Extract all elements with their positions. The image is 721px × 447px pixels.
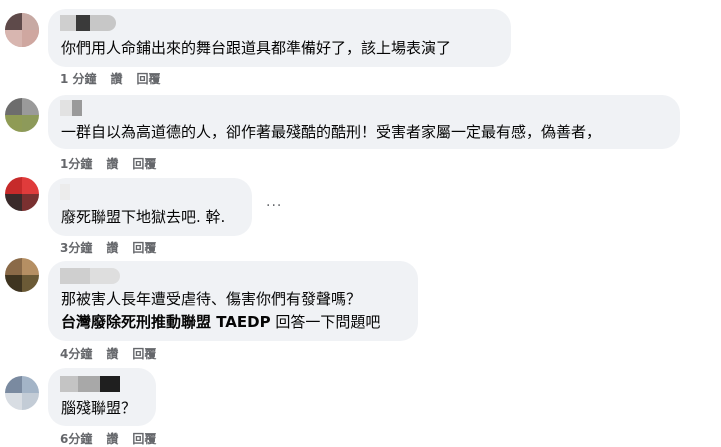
avatar[interactable] <box>5 177 39 211</box>
comment-text: 一群自以為高道德的人，卻作著最殘酷的酷刑！受害者家屬一定最有感，偽善者， <box>61 123 602 141</box>
like-button[interactable]: 讚 <box>106 155 118 172</box>
comment-text: 廢死聯盟下地獄去吧. 幹. <box>61 208 226 226</box>
commenter-name-redacted[interactable] <box>60 100 82 116</box>
avatar[interactable] <box>5 13 39 47</box>
avatar[interactable] <box>5 376 39 410</box>
comment-text: 你們用人命鋪出來的舞台跟道具都準備好了，該上場表演了 <box>61 39 452 57</box>
comment-timestamp[interactable]: 6分鐘 <box>60 430 92 447</box>
comment-bubble: 廢死聯盟下地獄去吧. 幹. <box>48 178 252 236</box>
comment-timestamp[interactable]: 4分鐘 <box>60 345 92 362</box>
comment-text: 腦殘聯盟？ <box>61 399 137 417</box>
comment-actions: 4分鐘 讚 回覆 <box>60 345 156 362</box>
reply-button[interactable]: 回覆 <box>132 155 156 172</box>
comment-bubble: 你們用人命鋪出來的舞台跟道具都準備好了，該上場表演了 <box>48 9 511 67</box>
comment-actions: 6分鐘 讚 回覆 <box>60 430 156 447</box>
comment-text-rest: 回答一下問題吧 <box>270 313 381 331</box>
like-button[interactable]: 讚 <box>111 70 123 87</box>
reply-button[interactable]: 回覆 <box>132 345 156 362</box>
reply-button[interactable]: 回覆 <box>132 430 156 447</box>
commenter-name-redacted[interactable] <box>60 15 116 31</box>
comment-timestamp[interactable]: 1 分鐘 <box>60 70 97 87</box>
comment-actions: 1 分鐘 讚 回覆 <box>60 70 161 87</box>
avatar[interactable] <box>5 258 39 292</box>
comment-timestamp[interactable]: 1分鐘 <box>60 155 92 172</box>
comment-actions: 3分鐘 讚 回覆 <box>60 239 156 256</box>
reply-button[interactable]: 回覆 <box>132 239 156 256</box>
reply-button[interactable]: 回覆 <box>137 70 161 87</box>
commenter-name-redacted[interactable] <box>60 376 120 392</box>
commenter-name-redacted[interactable] <box>60 268 120 284</box>
like-button[interactable]: 讚 <box>106 430 118 447</box>
comment-bubble: 腦殘聯盟？ <box>48 368 156 426</box>
mention-link[interactable]: 台灣廢除死刑推動聯盟 TAEDP <box>61 313 271 331</box>
comment-actions: 1分鐘 讚 回覆 <box>60 155 156 172</box>
comment-text-line-1: 那被害人長年遭受虐待、傷害你們有發聲嗎？ <box>61 290 362 308</box>
like-button[interactable]: 讚 <box>106 345 118 362</box>
more-options-icon[interactable]: ··· <box>266 198 282 214</box>
avatar[interactable] <box>5 98 39 132</box>
comment-bubble: 一群自以為高道德的人，卻作著最殘酷的酷刑！受害者家屬一定最有感，偽善者， <box>48 95 680 149</box>
comment-timestamp[interactable]: 3分鐘 <box>60 239 92 256</box>
comment-bubble: 那被害人長年遭受虐待、傷害你們有發聲嗎？ 台灣廢除死刑推動聯盟 TAEDP 回答… <box>48 261 418 341</box>
like-button[interactable]: 讚 <box>106 239 118 256</box>
commenter-name-redacted[interactable] <box>60 184 70 200</box>
comment-text-line-2: 台灣廢除死刑推動聯盟 TAEDP 回答一下問題吧 <box>61 311 380 333</box>
